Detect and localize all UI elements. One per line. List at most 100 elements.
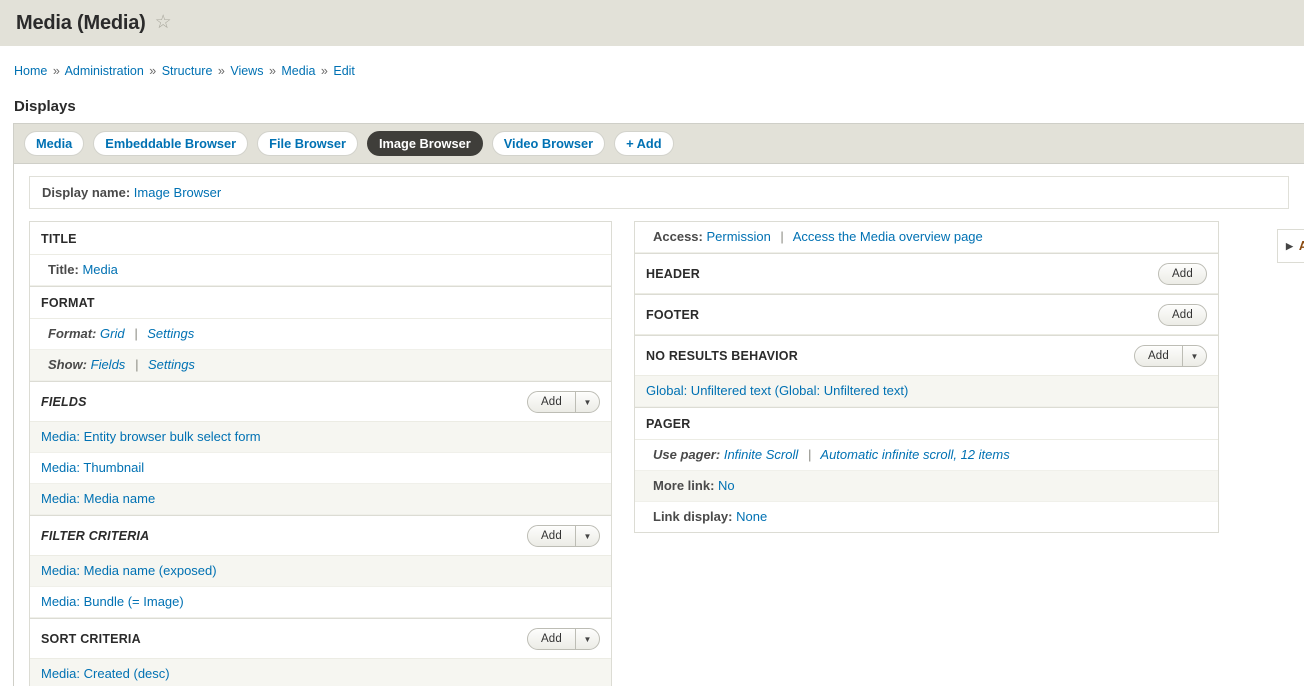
add-field-label: Add — [540, 396, 562, 408]
filter-item-media-name-exposed[interactable]: Media: Media name (exposed) — [41, 563, 217, 578]
bucket-title-fields-label: FIELDS — [41, 395, 87, 409]
breadcrumb-item-home[interactable]: Home — [14, 64, 47, 78]
displays-heading: Displays — [14, 98, 76, 115]
tab-image-browser[interactable]: Image Browser — [366, 131, 483, 156]
use-pager-settings-link[interactable]: Automatic infinite scroll, 12 items — [820, 447, 1009, 462]
access-label: Access: — [653, 229, 703, 244]
more-link-value[interactable]: No — [718, 478, 735, 493]
add-footer-button[interactable]: Add — [1157, 304, 1207, 326]
chevron-down-icon[interactable]: ▼ — [575, 629, 599, 649]
bucket-title-title: TITLE — [30, 222, 611, 255]
breadcrumb-separator: » — [52, 64, 60, 78]
access-settings-link[interactable]: Access the Media overview page — [793, 229, 983, 244]
list-item[interactable]: Global: Unfiltered text (Global: Unfilte… — [635, 376, 1218, 407]
row-title[interactable]: Title: Media — [30, 255, 611, 286]
bucket-title-format-label: FORMAT — [41, 296, 95, 310]
bucket-title-format: FORMAT — [30, 286, 611, 319]
breadcrumb-item-structure[interactable]: Structure — [162, 64, 213, 78]
add-filter-button[interactable]: Add ▼ — [526, 525, 600, 547]
bucket-title-footer-label: FOOTER — [646, 308, 700, 322]
breadcrumb-item-administration[interactable]: Administration — [65, 64, 144, 78]
row-use-pager[interactable]: Use pager: Infinite Scroll | Automatic i… — [635, 440, 1218, 471]
tab-video-browser[interactable]: Video Browser — [491, 131, 606, 156]
title-value[interactable]: Media — [82, 262, 117, 277]
display-name-row: Display name: Image Browser — [29, 176, 1289, 209]
row-more-link[interactable]: More link: No — [635, 471, 1218, 502]
title-label: Title: — [48, 262, 79, 277]
breadcrumb-item-edit[interactable]: Edit — [333, 64, 355, 78]
sort-item-created-desc[interactable]: Media: Created (desc) — [41, 666, 170, 681]
show-value[interactable]: Fields — [91, 357, 126, 372]
format-settings-link[interactable]: Settings — [147, 326, 194, 341]
format-value[interactable]: Grid — [100, 326, 125, 341]
triangle-right-icon: ▶ — [1286, 240, 1293, 251]
add-field-button[interactable]: Add ▼ — [526, 391, 600, 413]
star-outline-icon[interactable]: ☆ — [155, 13, 172, 32]
page-title-bar: Media (Media) ☆ — [0, 0, 1304, 46]
bucket-title-title-label: TITLE — [41, 231, 77, 246]
add-header-button[interactable]: Add — [1157, 263, 1207, 285]
field-item-thumbnail[interactable]: Media: Thumbnail — [41, 460, 144, 475]
bucket-title-filter-criteria-label: FILTER CRITERIA — [41, 529, 150, 543]
bucket-title-sort-criteria: SORT CRITERIA Add ▼ — [30, 618, 611, 659]
display-tabs: Media Embeddable Browser File Browser Im… — [14, 124, 1304, 164]
views-edit-form: Media Embeddable Browser File Browser Im… — [13, 123, 1304, 686]
breadcrumb-separator: » — [149, 64, 157, 78]
use-pager-separator: | — [807, 447, 812, 462]
use-pager-value[interactable]: Infinite Scroll — [724, 447, 798, 462]
bucket-title-pager: PAGER — [635, 407, 1218, 440]
breadcrumb-item-media[interactable]: Media — [281, 64, 315, 78]
row-link-display[interactable]: Link display: None — [635, 502, 1218, 532]
breadcrumb: Home » Administration » Structure » View… — [0, 46, 1304, 78]
more-link-label: More link: — [653, 478, 715, 493]
add-no-results-button[interactable]: Add ▼ — [1133, 345, 1207, 367]
format-label: Format: — [48, 326, 97, 341]
advanced-panel-toggle[interactable]: ▶ A — [1277, 229, 1304, 263]
access-value[interactable]: Permission — [707, 229, 771, 244]
list-item[interactable]: Media: Media name (exposed) — [30, 556, 611, 587]
access-separator: | — [780, 229, 784, 244]
add-header-label: Add — [1171, 268, 1193, 280]
show-separator: | — [134, 357, 139, 372]
show-settings-link[interactable]: Settings — [148, 357, 195, 372]
right-column: Access: Permission | Access the Media ov… — [634, 221, 1219, 533]
add-filter-label: Add — [540, 530, 562, 542]
chevron-down-icon[interactable]: ▼ — [575, 392, 599, 412]
row-format[interactable]: Format: Grid | Settings — [30, 319, 611, 350]
list-item[interactable]: Media: Thumbnail — [30, 453, 611, 484]
bucket-title-sort-criteria-label: SORT CRITERIA — [41, 632, 141, 646]
tab-media[interactable]: Media — [24, 131, 85, 156]
no-results-item-unfiltered-text[interactable]: Global: Unfiltered text (Global: Unfilte… — [646, 383, 908, 398]
add-sort-button[interactable]: Add ▼ — [526, 628, 600, 650]
bucket-title-fields: FIELDS Add ▼ — [30, 381, 611, 422]
list-item[interactable]: Media: Bundle (= Image) — [30, 587, 611, 618]
list-item[interactable]: Media: Media name — [30, 484, 611, 515]
list-item[interactable]: Media: Created (desc) — [30, 659, 611, 686]
tab-embeddable-browser[interactable]: Embeddable Browser — [93, 131, 249, 156]
format-separator: | — [134, 326, 138, 341]
add-display-button[interactable]: + Add — [614, 131, 674, 156]
list-item[interactable]: Media: Entity browser bulk select form — [30, 422, 611, 453]
breadcrumb-item-views[interactable]: Views — [230, 64, 263, 78]
field-item-media-name[interactable]: Media: Media name — [41, 491, 155, 506]
plus-icon: + — [626, 136, 634, 151]
bucket-title-no-results-behavior: NO RESULTS BEHAVIOR Add ▼ — [635, 335, 1218, 376]
display-name-strip: Display name: Image Browser — [14, 164, 1304, 221]
filter-item-bundle-image[interactable]: Media: Bundle (= Image) — [41, 594, 184, 609]
link-display-label: Link display: — [653, 509, 733, 524]
tab-file-browser[interactable]: File Browser — [257, 131, 358, 156]
use-pager-label: Use pager: — [653, 447, 721, 462]
left-column: TITLE Title: Media FORMAT Format: Grid |… — [29, 221, 612, 686]
row-show[interactable]: Show: Fields | Settings — [30, 350, 611, 381]
display-name-label: Display name: — [42, 185, 131, 200]
link-display-value[interactable]: None — [736, 509, 767, 524]
display-name-value[interactable]: Image Browser — [134, 185, 221, 200]
chevron-down-icon[interactable]: ▼ — [1182, 346, 1206, 366]
field-item-bulk-select-form[interactable]: Media: Entity browser bulk select form — [41, 429, 261, 444]
bucket-title-footer: FOOTER Add — [635, 294, 1218, 335]
chevron-down-icon[interactable]: ▼ — [575, 526, 599, 546]
row-access[interactable]: Access: Permission | Access the Media ov… — [635, 222, 1218, 253]
page-title: Media (Media) — [16, 11, 146, 34]
breadcrumb-separator: » — [320, 64, 328, 78]
add-footer-label: Add — [1171, 309, 1193, 321]
